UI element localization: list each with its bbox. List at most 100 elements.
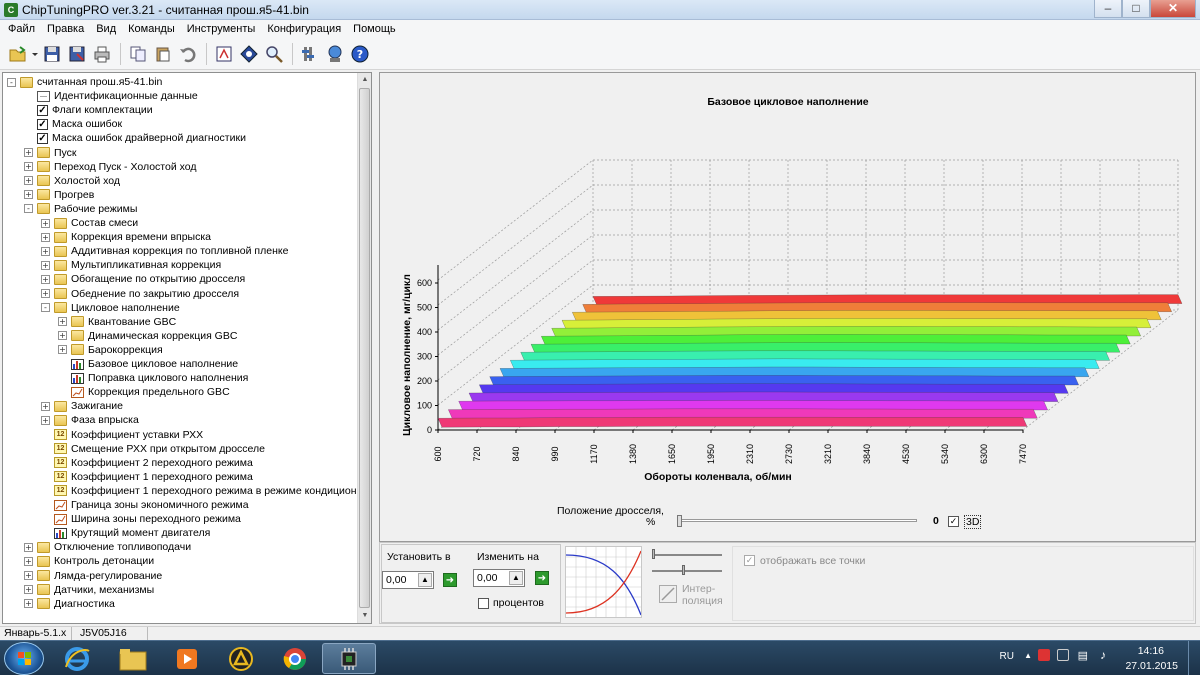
expand-icon[interactable]: + <box>24 542 33 552</box>
tree-item[interactable]: Крутящий момент двигателя <box>41 526 210 540</box>
checksum-icon[interactable] <box>237 42 261 66</box>
tree-item[interactable]: + Мультипликативная коррекция <box>41 258 221 272</box>
menu-view[interactable]: Вид <box>90 23 122 35</box>
tree-item[interactable]: 12 Коэффициент 1 переходного режима <box>41 470 253 484</box>
tree-item[interactable]: Граница зоны экономичного режима <box>41 498 249 512</box>
tree-item[interactable]: + Обеднение по закрытию дросселя <box>41 287 239 301</box>
language-indicator[interactable]: RU <box>1000 651 1014 662</box>
taskbar-explorer[interactable] <box>106 643 160 674</box>
expand-icon[interactable]: + <box>41 218 50 228</box>
menu-edit[interactable]: Правка <box>41 23 90 35</box>
tree-item[interactable]: 12 Смещение РХХ при открытом дросселе <box>41 442 265 456</box>
expand-icon[interactable]: + <box>41 246 50 256</box>
taskbar-chiptuning[interactable] <box>322 643 376 674</box>
expand-icon[interactable]: + <box>24 571 33 580</box>
tree-item[interactable]: + Контроль детонации <box>24 554 154 568</box>
tree-item[interactable]: - Рабочие режимы <box>24 202 137 216</box>
tree-item[interactable]: - считанная прош.я5-41.bin <box>7 75 162 89</box>
set-value-input[interactable]: 0,00 ▲ <box>382 571 434 589</box>
minimize-button[interactable]: – <box>1094 0 1122 18</box>
clock-time[interactable]: 14:16 <box>1138 645 1164 657</box>
set-spin-icon[interactable]: ▲ <box>418 573 432 587</box>
network-icon[interactable] <box>323 42 347 66</box>
tree-item[interactable]: + Прогрев <box>24 188 94 202</box>
expand-icon[interactable]: + <box>41 232 50 242</box>
percent-checkbox[interactable] <box>478 598 489 609</box>
open-icon[interactable] <box>6 42 30 66</box>
smooth-slider-1[interactable] <box>652 549 722 561</box>
set-apply-icon[interactable]: ➜ <box>443 573 457 587</box>
expand-icon[interactable]: + <box>41 401 50 411</box>
save-as-icon[interactable] <box>65 42 89 66</box>
tree-item[interactable]: Базовое цикловое наполнение <box>58 357 238 371</box>
undo-icon[interactable] <box>176 42 200 66</box>
collapse-icon[interactable]: - <box>24 204 33 214</box>
collapse-icon[interactable]: - <box>41 303 50 313</box>
tray-volume-icon[interactable]: ♪ <box>1100 648 1106 662</box>
tree-item[interactable]: + Зажигание <box>41 399 123 413</box>
tray-expand-icon[interactable]: ▲ <box>1024 651 1032 660</box>
tree-item[interactable]: ✓ Маска ошибок <box>24 117 122 131</box>
change-spin-icon[interactable]: ▲ <box>509 571 523 585</box>
tree-item[interactable]: 12 Коэффициент уставки РХХ <box>41 428 203 442</box>
curve-preview[interactable] <box>565 546 642 618</box>
tree-item[interactable]: + Динамическая коррекция GBC <box>58 329 237 343</box>
interpolation-button[interactable] <box>659 585 677 603</box>
tree-item[interactable]: - Цикловое наполнение <box>41 301 180 315</box>
scroll-up-icon[interactable]: ▲ <box>358 73 371 87</box>
menu-commands[interactable]: Команды <box>122 23 181 35</box>
maximize-button[interactable]: □ <box>1122 0 1150 18</box>
tree-item[interactable]: 12 Коэффициент 1 переходного режима в реж… <box>41 484 359 498</box>
expand-icon[interactable]: + <box>24 190 33 200</box>
tree-item[interactable]: + Состав смеси <box>41 216 138 230</box>
tree-item[interactable]: + Переход Пуск - Холостой ход <box>24 160 196 174</box>
tree-item[interactable]: + Барокоррекция <box>58 343 163 357</box>
tree-scrollbar[interactable]: ▲ ▼ <box>357 73 371 623</box>
menu-tools[interactable]: Инструменты <box>181 23 262 35</box>
expand-icon[interactable]: + <box>24 162 33 172</box>
expand-icon[interactable]: + <box>24 176 33 186</box>
surface-chart[interactable]: 0 100 200 300 400 500 600 600 720 840 990 1170 1380 1… <box>380 73 1195 541</box>
print-icon[interactable] <box>90 42 114 66</box>
tray-network-icon[interactable]: ▤ <box>1078 649 1088 662</box>
menu-help[interactable]: Помощь <box>347 23 402 35</box>
copy-icon[interactable] <box>126 42 150 66</box>
tree-item[interactable]: + Отключение топливоподачи <box>24 540 191 554</box>
settings-icon[interactable] <box>298 42 322 66</box>
tree-item[interactable]: + Пуск <box>24 146 77 160</box>
expand-icon[interactable]: + <box>41 289 50 298</box>
tree-item[interactable]: + Холостой ход <box>24 174 120 188</box>
compare-icon[interactable] <box>212 42 236 66</box>
tree-item[interactable]: + Аддитивная коррекция по топливной пленк… <box>41 244 288 258</box>
expand-icon[interactable]: + <box>58 345 67 355</box>
expand-icon[interactable]: + <box>24 148 33 157</box>
menu-config[interactable]: Конфигурация <box>261 23 347 35</box>
taskbar-app-a[interactable] <box>214 643 268 674</box>
scroll-down-icon[interactable]: ▼ <box>358 609 371 623</box>
tree-item[interactable]: + Коррекция времени впрыска <box>41 230 211 244</box>
tray-device-icon[interactable] <box>1057 649 1069 661</box>
clock-date[interactable]: 27.01.2015 <box>1125 660 1178 672</box>
throttle-slider[interactable] <box>677 515 917 527</box>
tree-item[interactable]: Идентификационные данные <box>24 89 198 103</box>
tree-item[interactable]: Поправка циклового наполнения <box>58 371 248 385</box>
expand-icon[interactable]: + <box>58 317 67 327</box>
show-all-points-checkbox[interactable]: ✓ <box>744 555 755 566</box>
tree-item[interactable]: 12 Коэффициент 2 переходного режима <box>41 456 253 470</box>
change-value-input[interactable]: 0,00 ▲ <box>473 569 525 587</box>
taskbar-ie[interactable] <box>50 643 104 674</box>
taskbar-media[interactable] <box>160 643 214 674</box>
expand-icon[interactable]: + <box>24 556 33 566</box>
smooth-slider-2[interactable] <box>652 565 722 577</box>
taskbar-chrome[interactable] <box>268 643 322 674</box>
save-icon[interactable] <box>40 42 64 66</box>
tray-warning-icon[interactable] <box>1038 649 1050 661</box>
tree-item[interactable]: + Фаза впрыска <box>41 413 139 427</box>
tree-item[interactable]: Коррекция предельного GBC <box>58 385 230 399</box>
help-icon[interactable]: ? <box>348 42 372 66</box>
tree-item[interactable]: + Датчики, механизмы <box>24 583 154 597</box>
scroll-thumb[interactable] <box>359 88 370 608</box>
tree-item[interactable]: + Квантование GBC <box>58 315 176 329</box>
paste-icon[interactable] <box>151 42 175 66</box>
change-apply-icon[interactable]: ➜ <box>535 571 549 585</box>
